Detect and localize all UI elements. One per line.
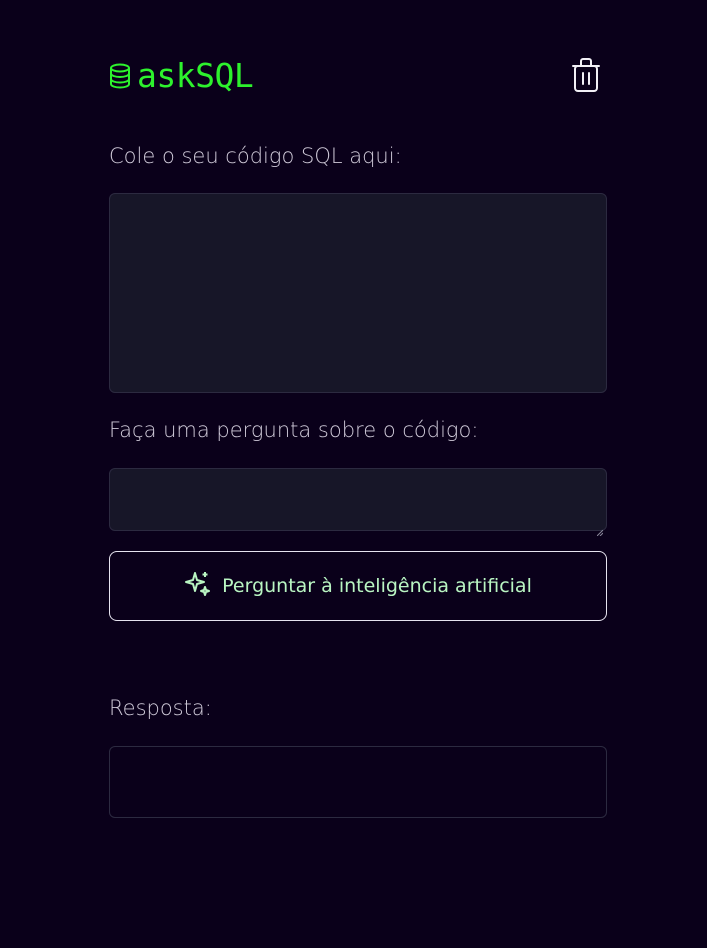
logo: askSQL	[109, 56, 254, 96]
header: askSQL	[109, 56, 607, 100]
trash-icon	[570, 57, 602, 97]
question-label: Faça uma pergunta sobre o código:	[109, 418, 479, 442]
logo-text: askSQL	[137, 56, 254, 95]
sparkles-icon	[184, 570, 212, 602]
app-root: askSQL Cole o seu código SQL aqui: Faça …	[0, 0, 707, 948]
clear-button[interactable]	[569, 58, 603, 96]
ask-ai-button-label: Perguntar à inteligência artificial	[222, 575, 532, 597]
answer-label: Resposta:	[109, 696, 212, 720]
answer-box	[109, 746, 607, 818]
sql-code-textarea[interactable]	[109, 193, 607, 393]
ask-ai-button[interactable]: Perguntar à inteligência artificial	[109, 551, 607, 621]
resize-grip-icon[interactable]	[596, 521, 604, 537]
database-icon	[109, 62, 131, 90]
sql-code-label: Cole o seu código SQL aqui:	[109, 144, 402, 168]
question-textarea[interactable]	[109, 468, 607, 537]
